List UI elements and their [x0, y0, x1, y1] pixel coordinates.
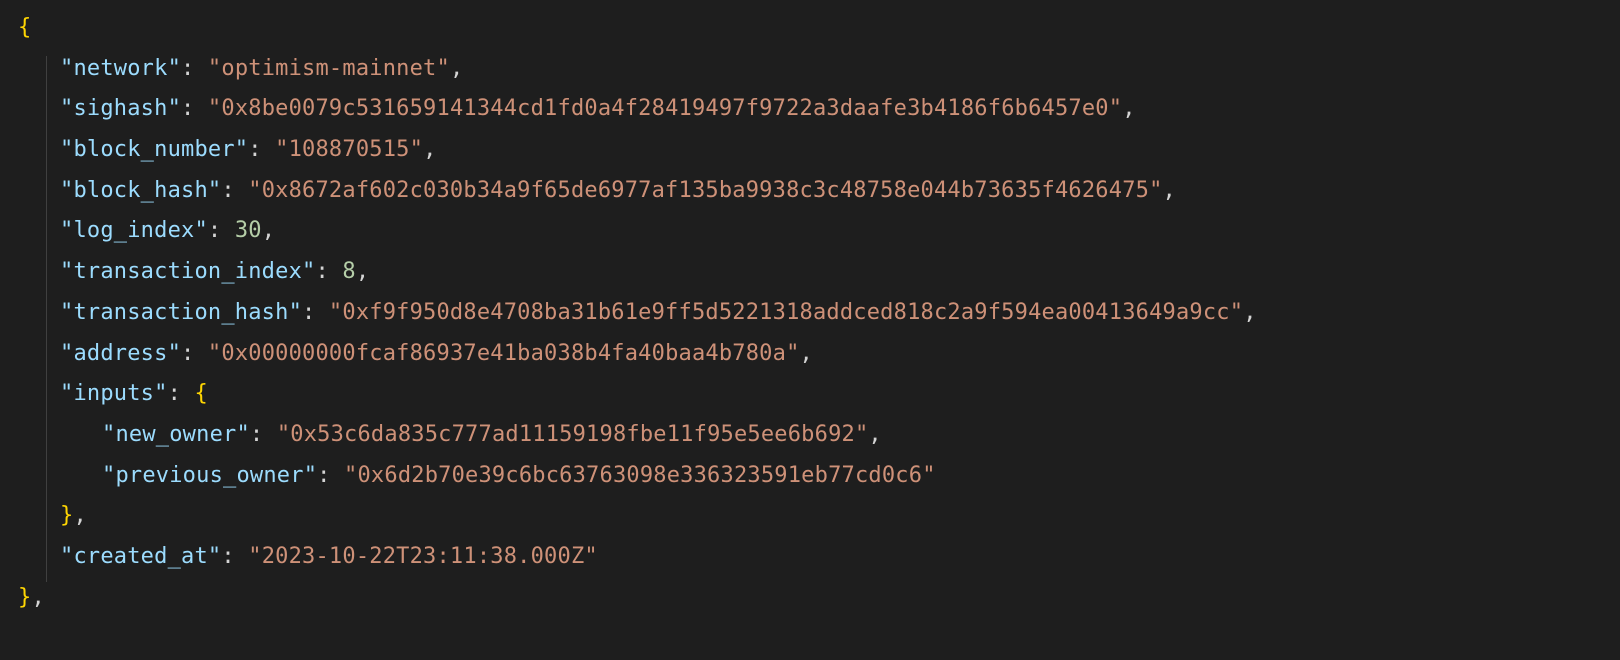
open-brace: { — [18, 15, 31, 40]
line-sighash: "sighash": "0x8be0079c531659141344cd1fd0… — [18, 89, 1602, 130]
line-block-number: "block_number": "108870515", — [18, 130, 1602, 171]
line-created-at: "created_at": "2023-10-22T23:11:38.000Z" — [18, 537, 1602, 578]
inputs-close-brace: } — [60, 503, 73, 528]
indent-guide — [46, 56, 47, 582]
key-previous-owner: "previous_owner" — [102, 463, 317, 488]
json-code-block: { "network": "optimism-mainnet", "sighas… — [18, 8, 1602, 618]
key-block-number: "block_number" — [60, 137, 248, 162]
val-sighash: "0x8be0079c531659141344cd1fd0a4f28419497… — [208, 96, 1122, 121]
val-new-owner: "0x53c6da835c777ad11159198fbe11f95e5ee6b… — [277, 422, 869, 447]
key-transaction-hash: "transaction_hash" — [60, 300, 302, 325]
val-block-hash: "0x8672af602c030b34a9f65de6977af135ba993… — [248, 178, 1162, 203]
val-block-number: "108870515" — [275, 137, 423, 162]
line-log-index: "log_index": 30, — [18, 211, 1602, 252]
key-block-hash: "block_hash" — [60, 178, 221, 203]
inputs-open-brace: { — [194, 381, 207, 406]
line-network: "network": "optimism-mainnet", — [18, 49, 1602, 90]
line-new-owner: "new_owner": "0x53c6da835c777ad11159198f… — [18, 415, 1602, 456]
key-new-owner: "new_owner" — [102, 422, 250, 447]
key-address: "address" — [60, 341, 181, 366]
key-created-at: "created_at" — [60, 544, 221, 569]
line-transaction-index: "transaction_index": 8, — [18, 252, 1602, 293]
line-previous-owner: "previous_owner": "0x6d2b70e39c6bc637630… — [18, 456, 1602, 497]
line-inputs-open: "inputs": { — [18, 374, 1602, 415]
val-transaction-hash: "0xf9f950d8e4708ba31b61e9ff5d5221318addc… — [329, 300, 1243, 325]
line-close-brace: }, — [18, 578, 1602, 619]
val-previous-owner: "0x6d2b70e39c6bc63763098e336323591eb77cd… — [344, 463, 936, 488]
key-transaction-index: "transaction_index" — [60, 259, 315, 284]
line-open-brace: { — [18, 8, 1602, 49]
line-block-hash: "block_hash": "0x8672af602c030b34a9f65de… — [18, 171, 1602, 212]
close-brace: } — [18, 585, 31, 610]
key-log-index: "log_index" — [60, 218, 208, 243]
val-transaction-index: 8 — [342, 259, 355, 284]
val-log-index: 30 — [235, 218, 262, 243]
line-address: "address": "0x00000000fcaf86937e41ba038b… — [18, 334, 1602, 375]
key-network: "network" — [60, 56, 181, 81]
val-network: "optimism-mainnet" — [208, 56, 450, 81]
line-inputs-close: }, — [18, 496, 1602, 537]
val-created-at: "2023-10-22T23:11:38.000Z" — [248, 544, 598, 569]
val-address: "0x00000000fcaf86937e41ba038b4fa40baa4b7… — [208, 341, 800, 366]
line-transaction-hash: "transaction_hash": "0xf9f950d8e4708ba31… — [18, 293, 1602, 334]
key-inputs: "inputs" — [60, 381, 168, 406]
key-sighash: "sighash" — [60, 96, 181, 121]
